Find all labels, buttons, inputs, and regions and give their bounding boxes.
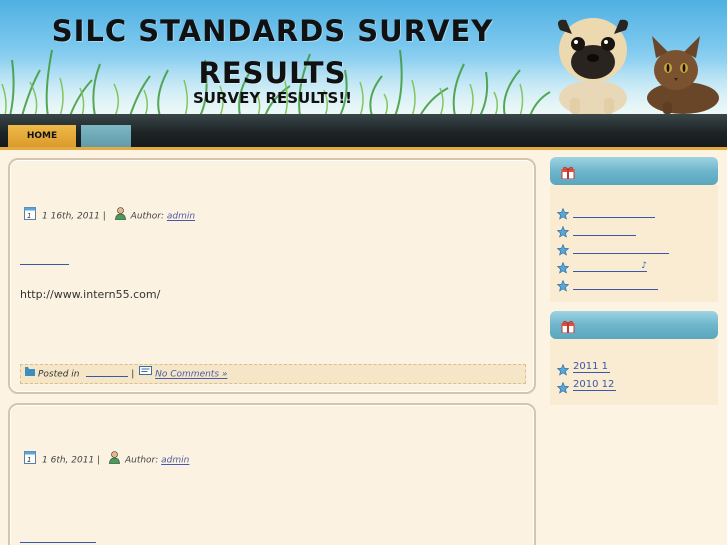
star-icon bbox=[556, 363, 570, 379]
site-title-line1[interactable]: SILC STANDARDS SURVEY bbox=[0, 10, 545, 52]
user-icon bbox=[114, 206, 126, 226]
post-date: 1 6th, 2011 | bbox=[42, 455, 101, 466]
user-icon bbox=[109, 450, 120, 470]
star-icon bbox=[556, 381, 570, 397]
posted-in-label: Posted in bbox=[38, 369, 80, 380]
footer-separator: | bbox=[131, 369, 135, 380]
post-date: 1 16th, 2011 | bbox=[42, 211, 106, 222]
nav-underline bbox=[0, 147, 727, 150]
folder-icon bbox=[25, 365, 35, 383]
post-title-link[interactable] bbox=[20, 533, 96, 543]
post-card: 1 1 6th, 2011 | Author: admin bbox=[8, 403, 536, 545]
post-meta: 1 1 16th, 2011 | Author: admin bbox=[24, 206, 195, 222]
pug-figure bbox=[558, 18, 628, 116]
main-navigation: HOME bbox=[0, 114, 727, 148]
archive-link[interactable]: 2011 1 bbox=[573, 361, 610, 373]
post-body-text: http://www.intern55.com/ bbox=[20, 288, 161, 301]
site-header: SILC STANDARDS SURVEY RESULTS SURVEY RES… bbox=[0, 0, 727, 116]
sidebar-widget-list: ♪ bbox=[550, 185, 718, 302]
author-prefix: Author: bbox=[130, 211, 165, 222]
nav-page-tab[interactable] bbox=[81, 125, 131, 148]
author-link[interactable]: admin bbox=[167, 212, 195, 222]
sidebar-archives-list: 2011 1 2010 12 bbox=[550, 339, 718, 405]
post-footer-bar: Posted in | No Comments » bbox=[20, 364, 526, 384]
site-subtitle: SURVEY RESULTS!! bbox=[192, 89, 353, 107]
archive-link[interactable]: 2010 12 bbox=[573, 379, 617, 391]
nav-home-tab[interactable]: HOME bbox=[8, 125, 76, 148]
author-prefix: Author: bbox=[124, 455, 159, 466]
pets-image bbox=[558, 18, 719, 116]
calendar-icon: 1 bbox=[24, 450, 36, 470]
cat-figure bbox=[647, 36, 719, 114]
sidebar-widget-header bbox=[550, 157, 718, 185]
svg-text:1: 1 bbox=[27, 456, 31, 464]
sidebar-link[interactable] bbox=[573, 225, 636, 236]
sidebar-link[interactable] bbox=[573, 243, 669, 254]
star-icon bbox=[556, 279, 570, 295]
sidebar-link[interactable] bbox=[573, 207, 655, 218]
calendar-icon: 1 bbox=[24, 206, 36, 226]
star-icon bbox=[556, 207, 570, 223]
site-title-line2[interactable]: RESULTS bbox=[0, 52, 545, 94]
star-icon bbox=[556, 225, 570, 241]
svg-text:1: 1 bbox=[27, 212, 31, 220]
sidebar-link[interactable]: ♪ bbox=[573, 261, 647, 272]
post-card: 1 1 16th, 2011 | Author: admin http://ww… bbox=[8, 158, 536, 394]
star-icon bbox=[556, 243, 570, 259]
post-title-link[interactable] bbox=[20, 255, 69, 265]
comments-link[interactable]: No Comments » bbox=[155, 370, 227, 380]
sidebar-link[interactable] bbox=[573, 279, 658, 290]
sidebar-archives-header bbox=[550, 311, 718, 339]
site-title[interactable]: SILC STANDARDS SURVEY RESULTS bbox=[0, 10, 545, 94]
gift-icon bbox=[561, 318, 575, 337]
author-link[interactable]: admin bbox=[161, 456, 189, 466]
category-link[interactable] bbox=[86, 368, 129, 377]
comment-icon bbox=[139, 365, 153, 383]
post-meta: 1 1 6th, 2011 | Author: admin bbox=[24, 450, 189, 466]
gift-icon bbox=[561, 164, 575, 183]
star-icon bbox=[556, 261, 570, 277]
